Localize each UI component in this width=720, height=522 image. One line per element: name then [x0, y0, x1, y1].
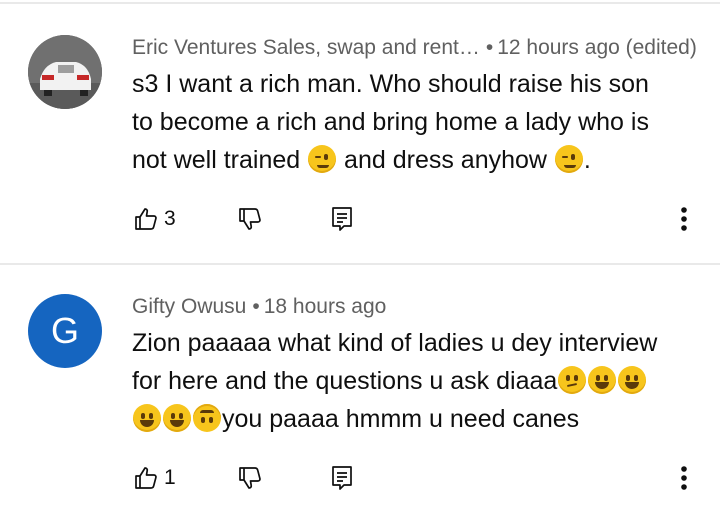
- comment-line: to become a rich and bring home a lady w…: [132, 108, 649, 136]
- reply-button[interactable]: [330, 463, 354, 493]
- winking-face-emoji: [554, 145, 583, 173]
- dislike-button[interactable]: [238, 204, 262, 234]
- more-options-button[interactable]: [680, 463, 688, 493]
- text-segment: for here and the questions u ask diaaa: [132, 367, 558, 395]
- author-name[interactable]: Gifty Owusu: [132, 295, 246, 318]
- more-vertical-icon: [681, 207, 687, 231]
- comment-actions: 3: [132, 204, 720, 234]
- comment-text: Zion paaaaa what kind of ladies u dey in…: [132, 324, 692, 438]
- reply-button[interactable]: [330, 204, 354, 234]
- comment-time: 12 hours ago (edited): [497, 36, 697, 59]
- winking-face-emoji: [308, 145, 337, 173]
- grinning-face-emoji: [163, 404, 191, 432]
- comment-divider: [0, 263, 720, 265]
- like-button[interactable]: 3: [134, 204, 176, 234]
- comment-line: not well trained and dress anyhow .: [132, 141, 692, 179]
- like-button[interactable]: 1: [134, 463, 176, 493]
- text-segment: you paaaa hmmm u need canes: [222, 405, 580, 433]
- thumbs-down-icon: [239, 208, 261, 230]
- thumbs-up-icon: [135, 467, 157, 489]
- text-segment: .: [583, 146, 591, 174]
- grinning-face-emoji: [588, 366, 617, 394]
- grinning-face-emoji: [133, 404, 161, 432]
- comment-line: s3 I want a rich man. Who should raise h…: [132, 70, 649, 98]
- comment-time: 18 hours ago: [263, 295, 387, 318]
- reply-icon: [332, 466, 352, 490]
- avatar-letter: G: [50, 310, 79, 351]
- comment-line: you paaaa hmmm u need canes: [132, 400, 692, 438]
- comment-meta: Eric Ventures Sales, swap and rent… • 12 h…: [132, 36, 697, 59]
- commenter-avatar[interactable]: G: [28, 294, 102, 368]
- reply-icon: [332, 207, 352, 231]
- text-segment: and dress anyhow: [337, 146, 554, 174]
- commenter-avatar[interactable]: [28, 35, 102, 109]
- thinking-face-emoji: [558, 366, 587, 394]
- upside-down-face-emoji: [193, 404, 221, 432]
- more-vertical-icon: [681, 466, 687, 490]
- grinning-face-emoji: [618, 366, 647, 394]
- comment-actions: 1: [132, 463, 720, 493]
- top-divider: [0, 2, 720, 4]
- comment-line: Zion paaaaa what kind of ladies u dey in…: [132, 329, 658, 357]
- comment-meta: Gifty Owusu • 18 hours ago: [132, 295, 387, 318]
- dislike-button[interactable]: [238, 463, 262, 493]
- thumbs-up-icon: [135, 208, 157, 230]
- author-name[interactable]: Eric Ventures Sales, swap and rent…: [132, 36, 480, 59]
- text-segment: not well trained: [132, 146, 308, 174]
- more-options-button[interactable]: [680, 204, 688, 234]
- like-count: 3: [164, 207, 176, 230]
- like-count: 1: [164, 466, 176, 489]
- comment-text: s3 I want a rich man. Who should raise h…: [132, 65, 692, 179]
- comment-line: for here and the questions u ask diaaa: [132, 362, 692, 400]
- car-photo-icon: [28, 35, 102, 109]
- thumbs-down-icon: [239, 467, 261, 489]
